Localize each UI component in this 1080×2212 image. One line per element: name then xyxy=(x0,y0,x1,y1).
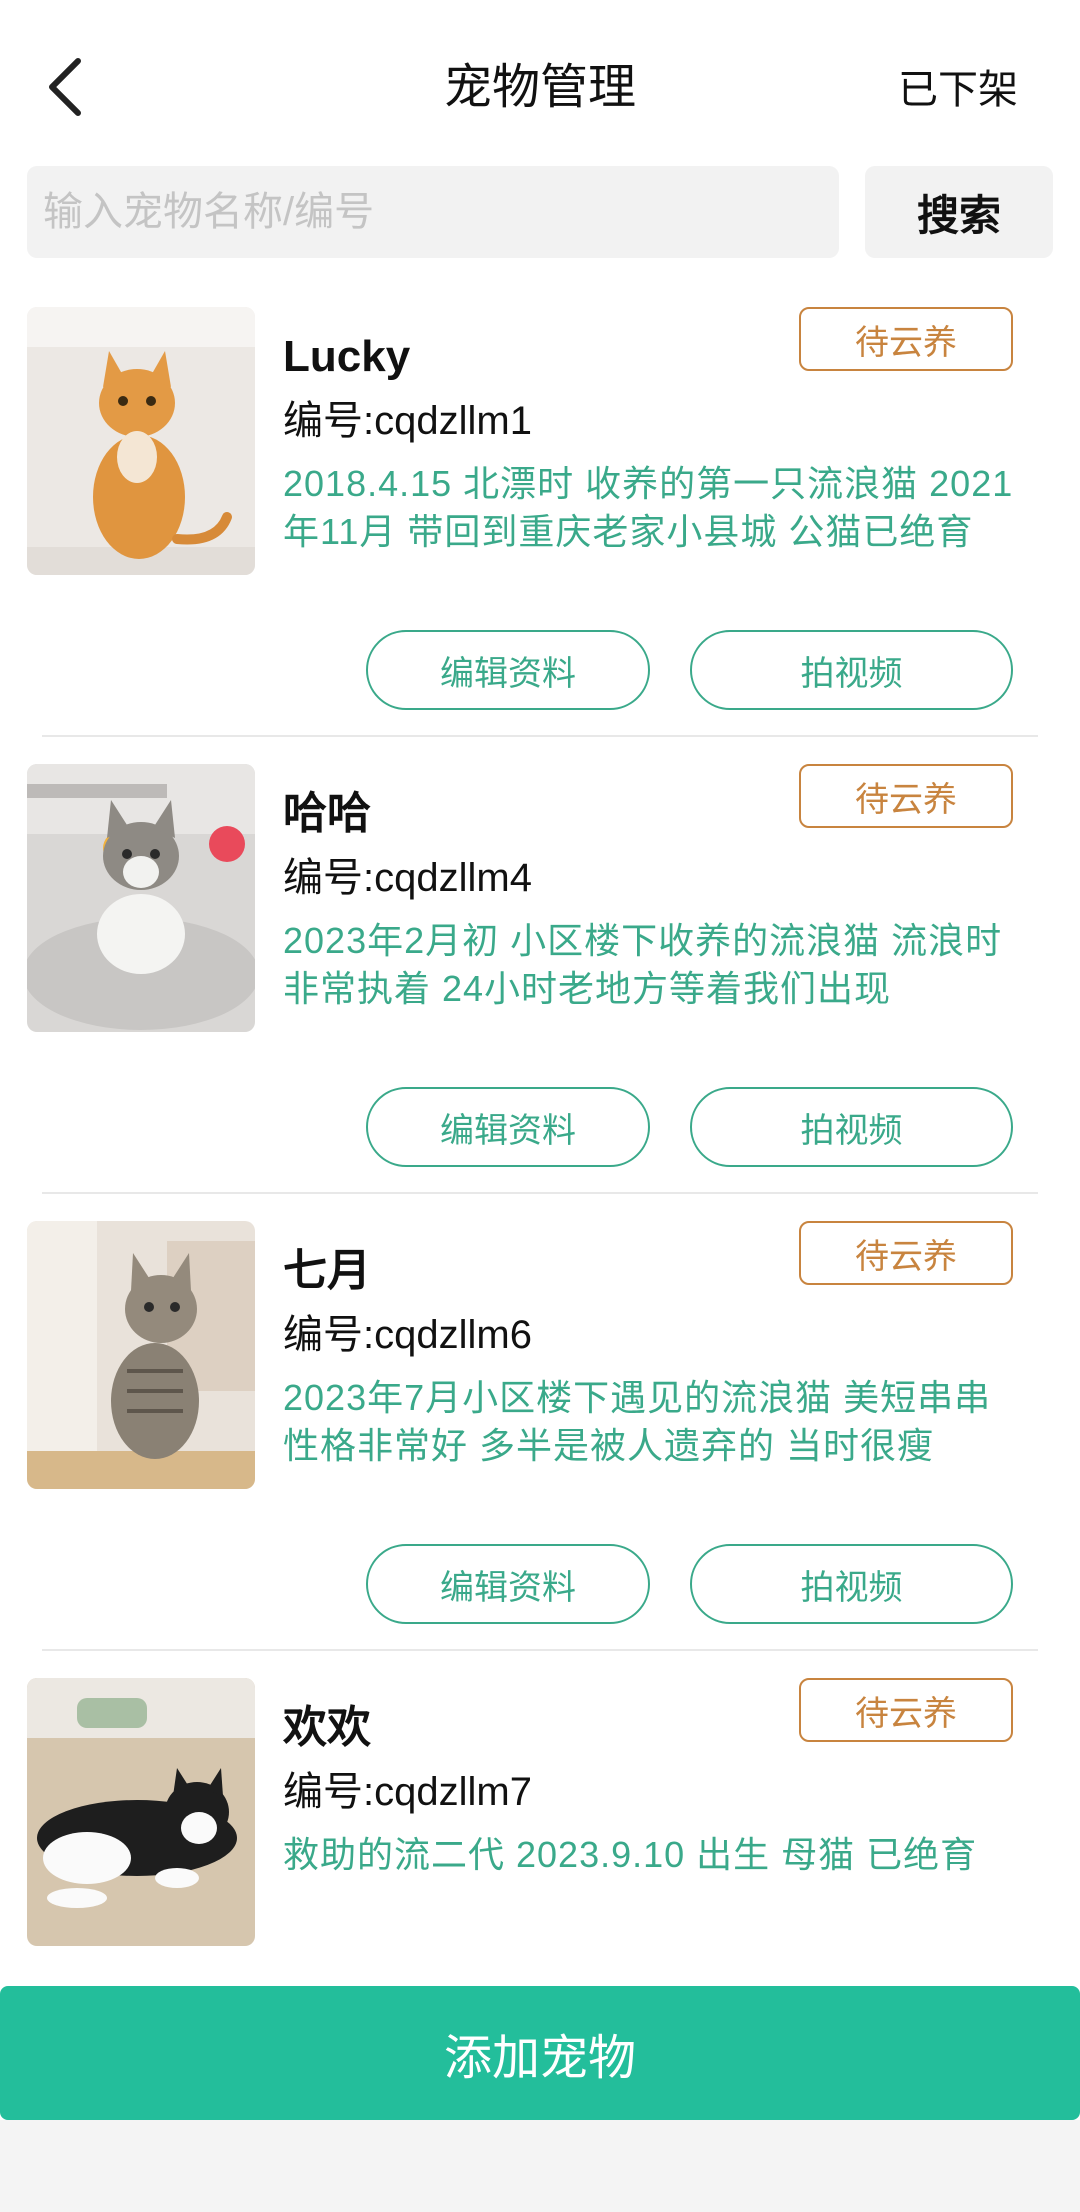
edit-profile-button[interactable]: 编辑资料 xyxy=(366,1544,650,1624)
record-video-button[interactable]: 拍视频 xyxy=(690,1087,1013,1167)
status-badge: 待云养 xyxy=(799,1221,1013,1285)
chevron-left-icon xyxy=(49,58,81,116)
search-input[interactable] xyxy=(27,166,839,258)
pet-name: 欢欢 xyxy=(283,1703,371,1752)
pet-photo[interactable] xyxy=(27,1678,255,1946)
record-video-button[interactable]: 拍视频 xyxy=(690,630,1013,710)
divider xyxy=(42,1649,1038,1651)
pet-card[interactable]: 哈哈 编号:cqdzllm4 2023年2月初 小区楼下收养的流浪猫 流浪时非常… xyxy=(0,757,1080,1214)
pet-card[interactable]: Lucky 编号:cqdzllm1 2018.4.15 北漂时 收养的第一只流浪… xyxy=(0,300,1080,757)
pet-description: 2023年2月初 小区楼下收养的流浪猫 流浪时非常执着 24小时老地方等着我们出… xyxy=(283,920,1003,1009)
back-button[interactable] xyxy=(34,54,94,120)
pet-code: 编号:cqdzllm4 xyxy=(283,856,532,900)
pet-photo[interactable] xyxy=(27,307,255,575)
status-badge: 待云养 xyxy=(799,764,1013,828)
add-pet-button[interactable]: 添加宠物 xyxy=(0,1986,1080,2120)
pet-name: 哈哈 xyxy=(283,789,371,838)
pet-name: Lucky xyxy=(283,332,411,381)
pet-photo[interactable] xyxy=(27,1221,255,1489)
pet-code: 编号:cqdzllm1 xyxy=(283,399,532,443)
edit-profile-button[interactable]: 编辑资料 xyxy=(366,1087,650,1167)
status-badge: 待云养 xyxy=(799,1678,1013,1742)
pet-code: 编号:cqdzllm7 xyxy=(283,1770,532,1814)
search-button[interactable]: 搜索 xyxy=(865,166,1053,258)
offline-pets-link[interactable]: 已下架 xyxy=(898,62,1018,118)
pet-list: Lucky 编号:cqdzllm1 2018.4.15 北漂时 收养的第一只流浪… xyxy=(0,300,1080,2128)
bottom-safe-area xyxy=(0,2120,1080,2212)
pet-name: 七月 xyxy=(283,1246,371,1295)
pet-code: 编号:cqdzllm6 xyxy=(283,1313,532,1357)
pet-description: 2023年7月小区楼下遇见的流浪猫 美短串串 性格非常好 多半是被人遗弃的 当时… xyxy=(283,1377,992,1466)
divider xyxy=(42,735,1038,737)
pet-card[interactable]: 七月 编号:cqdzllm6 2023年7月小区楼下遇见的流浪猫 美短串串 性格… xyxy=(0,1214,1080,1671)
pet-description: 救助的流二代 2023.9.10 出生 母猫 已绝育 xyxy=(283,1834,978,1875)
pet-description: 2018.4.15 北漂时 收养的第一只流浪猫 2021年11月 带回到重庆老家… xyxy=(283,463,1014,552)
edit-profile-button[interactable]: 编辑资料 xyxy=(366,630,650,710)
top-bar: 宠物管理 已下架 xyxy=(0,0,1080,160)
pet-photo[interactable] xyxy=(27,764,255,1032)
record-video-button[interactable]: 拍视频 xyxy=(690,1544,1013,1624)
divider xyxy=(42,1192,1038,1194)
status-badge: 待云养 xyxy=(799,307,1013,371)
